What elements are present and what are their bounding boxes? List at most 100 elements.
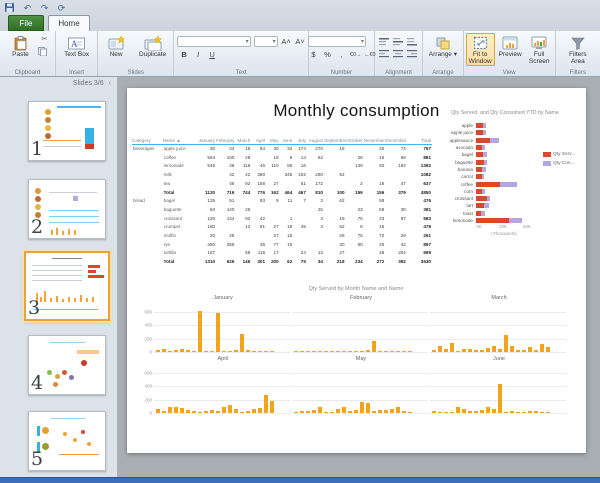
align-right-icon[interactable] (406, 49, 419, 60)
bar-row: croissant (440, 195, 585, 202)
thumb-decor (57, 106, 101, 108)
tab-file[interactable]: File (8, 15, 44, 31)
chart-legend: Qty Serv... Qty Con... (543, 152, 575, 170)
tab-home[interactable]: Home (48, 15, 90, 31)
slide-thumbnail-5[interactable]: 5 (28, 411, 106, 471)
arrange-icon (434, 35, 452, 51)
thumb-decor (62, 231, 64, 235)
table-row: crumpet1801291271545352816478 (132, 223, 432, 232)
window-titlebar: ↶ ↷ ⟳ File Home (0, 0, 600, 31)
fit-to-window-button[interactable]: Fit to Window (466, 33, 495, 66)
thumb-decor (86, 298, 88, 302)
copy-icon[interactable] (38, 47, 50, 57)
thumb-decor (85, 128, 94, 144)
thumb-decor (81, 360, 87, 366)
thumb-decor (77, 350, 99, 354)
slide-number: 1 (31, 138, 43, 160)
collapse-panel-icon[interactable]: ‹ (109, 80, 111, 87)
group-slides: New Duplicate Slides (98, 31, 174, 76)
small-multiples-title: Qty Served by Month Name and Name (140, 286, 572, 292)
status-bar (0, 477, 600, 483)
cut-icon[interactable]: ✂ (38, 35, 50, 45)
thumb-decor (49, 222, 99, 223)
thumb-decor (80, 295, 82, 302)
grow-font-icon[interactable]: A˄ (281, 37, 292, 46)
preview-button[interactable]: Preview (497, 33, 524, 59)
panel-title: May (292, 356, 430, 366)
table-row: tortilla167581151724132749204669 (132, 249, 432, 258)
table-row: coffee554100281861452281666881 (132, 154, 432, 163)
align-bottom-icon[interactable] (406, 37, 419, 48)
slide-number: 5 (31, 448, 43, 470)
arrange-button[interactable]: Arrange ▾ (427, 33, 459, 59)
refresh-icon[interactable]: ⟳ (55, 2, 68, 14)
thumb-decor (55, 374, 60, 379)
text-box-button[interactable]: A Text Box (61, 33, 93, 59)
decrease-decimal-icon[interactable]: ←€0 (364, 52, 375, 58)
align-middle-icon[interactable] (392, 37, 405, 48)
panel-title: February (292, 295, 430, 305)
undo-icon[interactable]: ↶ (21, 2, 34, 14)
slide-thumbnail-3-selected[interactable]: 3 (24, 251, 110, 321)
bar-row: apple (440, 122, 585, 129)
save-icon[interactable] (4, 2, 17, 14)
legend-swatch-consumed (543, 161, 551, 166)
slide-number: 2 (31, 216, 43, 238)
bold-button[interactable]: B (179, 50, 190, 59)
table-row: muffin2025271528757229261 (132, 232, 432, 241)
redo-icon[interactable]: ↷ (38, 2, 51, 14)
font-family-select[interactable] (177, 36, 251, 47)
panel-title: June (430, 356, 568, 366)
duplicate-slide-button[interactable]: Duplicate (134, 33, 171, 59)
slide-thumbnail-2[interactable]: 2 (28, 179, 106, 239)
bar-row: carrot (440, 173, 585, 180)
small-multiples-chart[interactable]: Qty Served by Month Name and Name 600400… (140, 286, 572, 417)
ribbon: Paste ✂ Clipboard A Text Box Insert New (0, 31, 600, 77)
full-screen-button[interactable]: Full Screen (526, 33, 553, 66)
thumb-decor (32, 270, 82, 271)
align-top-icon[interactable] (378, 37, 391, 48)
italic-button[interactable]: I (193, 50, 204, 59)
thumb-decor (51, 418, 85, 419)
thumb-decor (32, 275, 82, 276)
filters-area-button[interactable]: Filters Area (561, 33, 595, 66)
ribbon-tab-row: File Home (0, 15, 600, 31)
group-insert: A Text Box Insert (56, 31, 98, 76)
thumb-decor (74, 298, 76, 302)
comma-format-icon[interactable]: , (336, 50, 347, 59)
table-row: baguette841402525235830381 (132, 206, 432, 215)
y-axis-labels: 6004002000 (140, 295, 154, 352)
number-format-select[interactable] (308, 36, 366, 47)
month-panel: February (292, 295, 430, 352)
slide-thumbnail-1[interactable]: 1 (28, 101, 106, 161)
thumb-decor (49, 342, 85, 343)
thumb-decor (52, 258, 82, 259)
table-row: milk4242380345102250821082 (132, 171, 432, 180)
thumb-decor (49, 192, 97, 193)
paste-button[interactable]: Paste (4, 33, 36, 59)
percent-format-icon[interactable]: % (322, 50, 333, 59)
table-row: breadbagel1295193911736258476 (132, 197, 432, 206)
consumption-matrix[interactable]: CategoryName ▲JanuaryFebruaryMarchAprilM… (132, 138, 432, 267)
slide-thumbnail-4[interactable]: 4 (28, 335, 106, 395)
bar-row: corn (440, 188, 585, 195)
shrink-font-icon[interactable]: A˅ (295, 37, 306, 46)
group-alignment: Alignment (375, 31, 423, 76)
align-center-icon[interactable] (392, 49, 405, 60)
report-canvas[interactable]: Monthly consumption CategoryName ▲Januar… (127, 88, 586, 453)
increase-decimal-icon[interactable]: €0→ (350, 52, 361, 58)
qty-stacked-bar-chart[interactable]: Qty Served, and Qty Consumed YTD by Name… (440, 110, 585, 236)
table-row: Total11207167447761624644678101001591563… (132, 189, 432, 198)
thumb-decor (34, 309, 98, 310)
new-slide-button[interactable]: New (100, 33, 132, 59)
duplicate-slide-icon (144, 35, 162, 51)
thumb-decor (74, 230, 76, 235)
bar-row: lemonade (440, 217, 585, 224)
font-size-select[interactable] (254, 36, 278, 47)
align-left-icon[interactable] (378, 49, 391, 60)
thumb-decor (47, 370, 52, 375)
dropdown-icon: ▾ (454, 51, 457, 58)
preview-icon (501, 35, 519, 51)
underline-button[interactable]: U (207, 50, 218, 59)
currency-format-icon[interactable]: $ (308, 50, 319, 59)
